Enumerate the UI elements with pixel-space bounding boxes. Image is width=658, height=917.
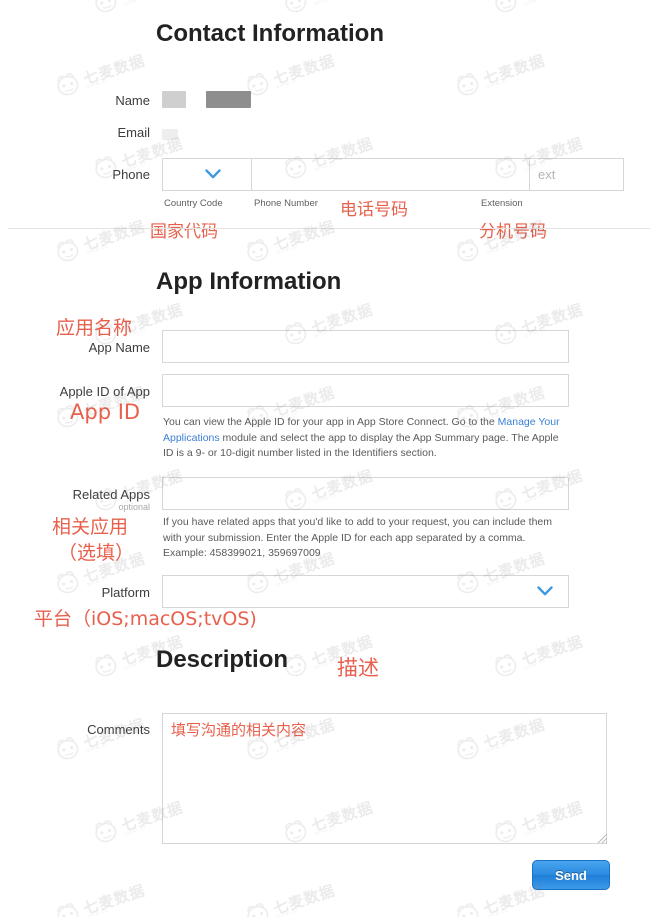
name-label: Name	[115, 93, 150, 108]
app-name-input[interactable]	[162, 330, 569, 363]
annotation-platform-cn: 平台（iOS;macOS;tvOS)	[34, 608, 257, 630]
watermark-subtext: qimai.cn	[485, 243, 509, 257]
redacted-block-last	[206, 91, 252, 109]
watermark-subtext: qimai.cn	[123, 0, 147, 8]
watermark-subtext: qimai.cn	[123, 658, 147, 672]
annotation-description-cn: 描述	[337, 656, 379, 680]
related-apps-input[interactable]	[162, 477, 569, 510]
watermark-logo: 七麦数据qimai.cn	[489, 0, 586, 17]
watermark-face-icon	[489, 0, 522, 17]
country-code-select[interactable]	[162, 158, 251, 191]
annotation-related-apps-cn2: （选填）	[58, 542, 135, 564]
phone-number-input[interactable]	[251, 158, 529, 191]
watermark-text: 七麦数据	[308, 0, 375, 6]
annotation-extension-cn: 分机号码	[479, 222, 547, 242]
watermark-face-icon	[279, 0, 312, 17]
name-value-redacted	[162, 90, 252, 109]
apple-id-help-part1: You can view the Apple ID for your app i…	[163, 416, 498, 428]
watermark-subtext: qimai.cn	[523, 658, 547, 672]
watermark-subtext: qimai.cn	[85, 243, 109, 257]
watermark-logo: 七麦数据qimai.cn	[51, 213, 148, 267]
watermark-text: 七麦数据	[518, 0, 585, 6]
watermark-face-icon	[51, 234, 84, 267]
watermark-face-icon	[489, 649, 522, 682]
watermark-subtext: qimai.cn	[275, 243, 299, 257]
annotation-related-apps-cn: 相关应用	[52, 516, 129, 538]
phone-input-group	[162, 158, 624, 191]
watermark-subtext: qimai.cn	[123, 824, 147, 838]
watermark-subtext: qimai.cn	[85, 77, 109, 91]
platform-label: Platform	[101, 585, 150, 600]
field-row-phone: Phone	[0, 158, 640, 191]
app-name-label: App Name	[88, 340, 150, 355]
watermark-face-icon	[451, 898, 484, 917]
watermark-text: 七麦数据	[80, 50, 148, 88]
sublabel-phone-number: Phone Number	[254, 198, 318, 209]
section-heading-app: App Information	[156, 268, 342, 295]
watermark-face-icon	[89, 649, 122, 682]
watermark-logo: 七麦数据qimai.cn	[89, 0, 186, 17]
phone-label: Phone	[112, 167, 150, 182]
watermark-text: 七麦数据	[518, 631, 586, 669]
apple-id-help-part2: module and select the app to display the…	[163, 431, 559, 460]
field-row-name: Name	[0, 90, 620, 109]
watermark-subtext: qimai.cn	[85, 741, 109, 755]
watermark-logo: 七麦数据qimai.cn	[279, 0, 376, 17]
email-value-redacted	[162, 122, 178, 144]
comments-textarea[interactable]: 填写沟通的相关内容	[162, 713, 607, 844]
extension-input[interactable]	[529, 158, 624, 191]
watermark-subtext: qimai.cn	[313, 658, 337, 672]
watermark-text: 七麦数据	[270, 216, 338, 254]
watermark-face-icon	[241, 234, 274, 267]
watermark-face-icon	[51, 898, 84, 917]
section-heading-contact: Contact Information	[156, 20, 384, 47]
watermark-logo: 七麦数据qimai.cn	[241, 213, 338, 267]
related-apps-label: Related Apps optional	[0, 477, 150, 513]
apple-id-label: Apple ID of App	[59, 384, 150, 399]
watermark-text: 七麦数据	[118, 0, 185, 6]
field-row-related-apps: Related Apps optional	[0, 477, 640, 513]
send-button[interactable]: Send	[532, 860, 610, 890]
watermark-subtext: qimai.cn	[85, 907, 109, 917]
watermark-text: 七麦数据	[80, 880, 148, 917]
watermark-subtext: qimai.cn	[275, 77, 299, 91]
sublabel-country-code: Country Code	[164, 198, 223, 209]
watermark-logo: 七麦数据qimai.cn	[489, 628, 586, 682]
email-label: Email	[117, 125, 150, 140]
annotation-apple-id: App ID	[70, 400, 141, 424]
section-divider	[8, 228, 650, 229]
watermark-text: 七麦数据	[480, 50, 548, 88]
watermark-text: 七麦数据	[270, 880, 338, 917]
apple-id-help-text: You can view the Apple ID for your app i…	[163, 415, 563, 462]
watermark-subtext: qimai.cn	[313, 0, 337, 8]
watermark-logo: 七麦数据qimai.cn	[241, 877, 338, 917]
annotation-country-code-cn: 国家代码	[150, 222, 218, 242]
apple-id-input[interactable]	[162, 374, 569, 407]
section-heading-description: Description	[156, 646, 289, 673]
comments-label: Comments	[87, 722, 150, 737]
field-row-email: Email	[0, 122, 620, 144]
redacted-block-email	[162, 129, 178, 141]
watermark-subtext: qimai.cn	[275, 907, 299, 917]
watermark-face-icon	[89, 0, 122, 17]
watermark-face-icon	[241, 898, 274, 917]
watermark-face-icon	[89, 815, 122, 848]
watermark-subtext: qimai.cn	[523, 0, 547, 8]
watermark-logo: 七麦数据qimai.cn	[51, 877, 148, 917]
watermark-subtext: qimai.cn	[485, 907, 509, 917]
watermark-text: 七麦数据	[270, 50, 338, 88]
redacted-block-first	[162, 91, 186, 109]
sublabel-extension: Extension	[481, 198, 523, 209]
watermark-text: 七麦数据	[80, 216, 148, 254]
field-row-app-name: App Name	[0, 330, 640, 363]
annotation-phone-number-cn: 电话号码	[340, 200, 408, 220]
watermark-subtext: qimai.cn	[485, 77, 509, 91]
related-apps-label-text: Related Apps	[72, 487, 150, 502]
related-apps-help-text: If you have related apps that you'd like…	[163, 516, 552, 559]
